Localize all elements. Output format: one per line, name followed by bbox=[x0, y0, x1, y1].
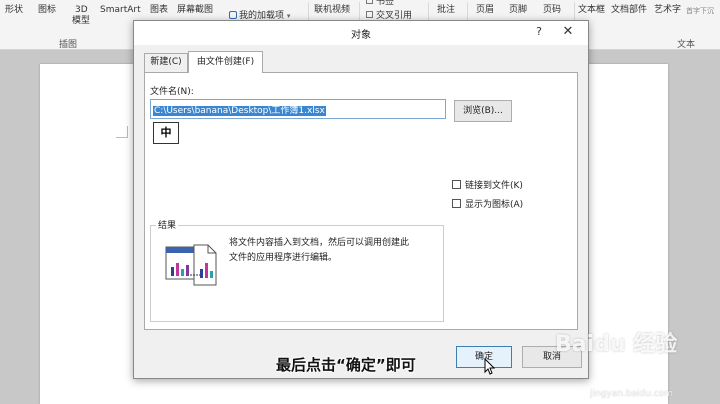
ribbon-footer[interactable]: 页脚 bbox=[509, 5, 527, 16]
ribbon-quick-parts[interactable]: 文档部件 bbox=[611, 5, 647, 16]
ribbon-page-number[interactable]: 页码 bbox=[543, 5, 561, 16]
ribbon-comment[interactable]: 批注 bbox=[437, 5, 455, 16]
tab-create-new[interactable]: 新建(C) bbox=[144, 53, 188, 72]
margin-corner-mark bbox=[116, 126, 128, 138]
cross-reference-icon bbox=[366, 11, 373, 18]
help-button[interactable]: ? bbox=[530, 21, 548, 45]
result-description: 将文件内容插入到文档，然后可以调用创建此文件的应用程序进行编辑。 bbox=[229, 238, 410, 263]
tutorial-caption: 最后点击“确定”即可 bbox=[276, 356, 416, 374]
ribbon-smartart[interactable]: SmartArt bbox=[100, 5, 141, 16]
dialog-title: 对象 bbox=[351, 30, 371, 41]
dialog-titlebar[interactable]: 对象 ? ✕ bbox=[134, 21, 588, 45]
ribbon-drop-cap[interactable]: 首字下沉 bbox=[686, 6, 714, 17]
ribbon-3d-model[interactable]: 模型 bbox=[72, 16, 90, 27]
display-as-icon-checkbox[interactable] bbox=[452, 199, 461, 208]
filename-value: C:\Users\banana\Desktop\工作簿1.xlsx bbox=[153, 106, 326, 116]
ribbon-screenshot[interactable]: 屏幕截图 bbox=[177, 5, 213, 16]
ribbon-wordart[interactable]: 艺术字 bbox=[654, 5, 681, 16]
ribbon-bookmark[interactable]: 书签 bbox=[366, 0, 394, 8]
ribbon-chart[interactable]: 图表 bbox=[150, 5, 168, 16]
filename-label: 文件名(N): bbox=[150, 87, 194, 97]
ribbon-icons[interactable]: 图标 bbox=[38, 5, 56, 16]
baidu-watermark-url: jingyan.baidu.com bbox=[590, 389, 674, 399]
baidu-watermark-logo: Baidu 经验 bbox=[555, 332, 678, 357]
ribbon-header[interactable]: 页眉 bbox=[476, 5, 494, 16]
tab-create-from-file[interactable]: 由文件创建(F) bbox=[188, 51, 263, 73]
chevron-down-icon: ▾ bbox=[286, 12, 291, 20]
ribbon-textbox[interactable]: 文本框 bbox=[578, 5, 605, 16]
object-dialog: 对象 ? ✕ 新建(C) 由文件创建(F) 文件名(N): C:\Users\b… bbox=[133, 20, 589, 379]
ribbon-3d[interactable]: 3D bbox=[75, 5, 88, 16]
filename-input[interactable]: C:\Users\banana\Desktop\工作簿1.xlsx bbox=[150, 99, 446, 119]
ime-indicator: 中 bbox=[153, 122, 179, 144]
link-to-file-option[interactable]: 链接到文件(K) bbox=[452, 178, 523, 191]
close-button[interactable]: ✕ bbox=[550, 21, 586, 45]
link-to-file-label: 链接到文件(K) bbox=[465, 181, 523, 191]
link-to-file-checkbox[interactable] bbox=[452, 180, 461, 189]
embed-document-icon bbox=[165, 244, 217, 286]
addins-icon bbox=[229, 11, 237, 19]
result-label: 结果 bbox=[156, 218, 179, 231]
ribbon-bookmark-label: 书签 bbox=[376, 0, 395, 7]
bookmark-icon bbox=[366, 0, 373, 4]
display-as-icon-label: 显示为图标(A) bbox=[465, 200, 524, 210]
group-label-illustrations: 插图 bbox=[59, 40, 78, 50]
group-label-text: 文本 bbox=[677, 40, 696, 50]
display-as-icon-option[interactable]: 显示为图标(A) bbox=[452, 197, 524, 210]
browse-button[interactable]: 浏览(B)... bbox=[454, 100, 512, 122]
mouse-cursor-icon bbox=[484, 358, 496, 375]
ribbon-shapes[interactable]: 形状 bbox=[5, 5, 23, 16]
ribbon-online-video[interactable]: 联机视频 bbox=[314, 5, 350, 16]
